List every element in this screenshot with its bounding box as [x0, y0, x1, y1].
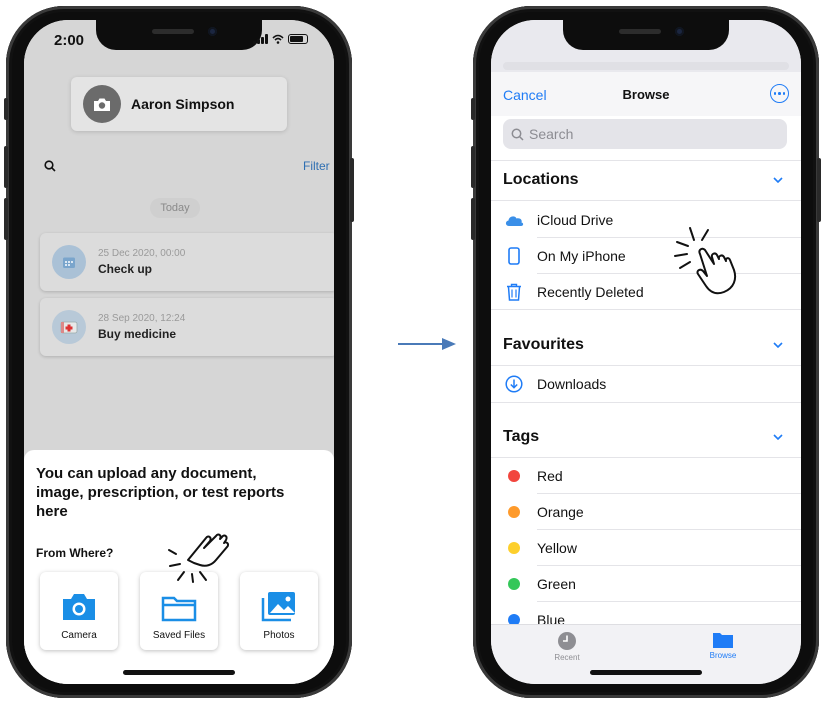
profile-name: Aaron Simpson: [131, 96, 235, 112]
section-header-locations[interactable]: Locations: [503, 171, 579, 189]
tag-color-dot: [508, 542, 520, 554]
tag-label: Yellow: [537, 540, 577, 556]
upload-screen: 2:00 Aaron Simpson Filter Today 25 Dec 2: [24, 20, 334, 684]
clock-icon: [558, 632, 576, 650]
option-label: Camera: [61, 630, 97, 641]
battery-icon: [288, 34, 308, 44]
event-date: 28 Sep 2020, 12:24: [98, 313, 186, 324]
tab-bar: Recent Browse: [491, 624, 801, 684]
sheet-subtitle: From Where?: [36, 546, 114, 560]
iphone-icon: [508, 247, 520, 265]
tag-label: Orange: [537, 504, 584, 520]
browse-screen: Browse Cancel Search Locations iCloud Dr…: [491, 20, 801, 684]
event-date: 25 Dec 2020, 00:00: [98, 248, 186, 259]
tab-recent[interactable]: Recent: [527, 631, 607, 662]
transition-arrow-icon: [398, 338, 456, 350]
tag-item-yellow[interactable]: Yellow: [491, 530, 801, 566]
phone-frame-right: Browse Cancel Search Locations iCloud Dr…: [471, 6, 821, 698]
filter-button[interactable]: Filter: [303, 159, 330, 173]
download-icon: [505, 375, 523, 393]
option-label: Photos: [263, 630, 295, 641]
chevron-down-icon[interactable]: [773, 342, 783, 348]
location-label: iCloud Drive: [537, 212, 614, 228]
cancel-button[interactable]: Cancel: [503, 87, 547, 103]
sheet-title: You can upload any document, image, pres…: [36, 465, 285, 520]
tag-item-green[interactable]: Green: [491, 566, 801, 602]
location-item-recently-deleted[interactable]: Recently Deleted: [491, 274, 801, 310]
tag-label: Red: [537, 468, 563, 484]
event-card[interactable]: 25 Dec 2020, 00:00 Check up: [40, 233, 334, 291]
favourite-label: Downloads: [537, 376, 607, 392]
search-input[interactable]: Search: [503, 119, 787, 149]
location-item-icloud-drive[interactable]: iCloud Drive: [491, 202, 801, 238]
event-title: Buy medicine: [98, 327, 177, 341]
tag-label: Blue: [537, 612, 566, 624]
tab-label: Browse: [709, 651, 737, 660]
tag-item-orange[interactable]: Orange: [491, 494, 801, 530]
folder-icon: [713, 633, 733, 648]
profile-card[interactable]: Aaron Simpson: [71, 77, 287, 131]
today-label: Today: [150, 198, 200, 218]
chevron-down-icon[interactable]: [773, 434, 783, 440]
section-header-tags[interactable]: Tags: [503, 428, 539, 446]
tag-color-dot: [508, 506, 520, 518]
search-placeholder: Search: [529, 126, 574, 142]
calendar-icon: [52, 245, 86, 279]
tag-item-blue[interactable]: Blue: [491, 602, 801, 624]
photos-option-button[interactable]: Photos: [240, 572, 318, 650]
tag-color-dot: [508, 578, 520, 590]
trash-icon: [507, 283, 521, 301]
favourite-item-downloads[interactable]: Downloads: [491, 366, 801, 402]
option-label: Saved Files: [152, 630, 206, 641]
wifi-icon: [272, 34, 284, 44]
avatar[interactable]: [83, 85, 121, 123]
event-card[interactable]: 28 Sep 2020, 12:24 Buy medicine: [40, 298, 334, 356]
location-item-on-my-iphone[interactable]: On My iPhone: [491, 238, 801, 274]
search-input[interactable]: [38, 153, 268, 179]
cloud-icon: [505, 215, 524, 226]
navigation-bar: Browse Cancel: [491, 72, 801, 116]
tag-color-dot: [508, 614, 520, 624]
ellipsis-circle-icon[interactable]: [770, 84, 789, 103]
photos-icon: [261, 592, 295, 622]
camera-option-button[interactable]: Camera: [40, 572, 118, 650]
camera-icon: [94, 98, 110, 111]
folder-icon: [161, 596, 197, 622]
location-label: On My iPhone: [537, 248, 626, 264]
tap-hand-icon: [674, 227, 737, 295]
search-icon: [44, 160, 56, 172]
location-label: Recently Deleted: [537, 284, 644, 300]
tab-browse[interactable]: Browse: [683, 631, 763, 660]
signal-icon: [253, 34, 268, 44]
status-icons: [253, 34, 308, 44]
tag-color-dot: [508, 470, 520, 482]
browse-list: Locations iCloud Drive On My iPhone Rece…: [491, 160, 801, 624]
search-bar: Filter: [38, 153, 334, 179]
status-time: 2:00: [54, 32, 85, 49]
camera-icon: [63, 594, 95, 620]
tag-item-red[interactable]: Red: [491, 458, 801, 494]
chevron-down-icon[interactable]: [773, 177, 783, 183]
section-header-favourites[interactable]: Favourites: [503, 336, 584, 354]
tab-label: Recent: [554, 653, 580, 662]
event-title: Check up: [98, 262, 153, 276]
medical-kit-icon: [52, 310, 86, 344]
search-icon: [511, 128, 524, 141]
tag-label: Green: [537, 576, 576, 592]
tap-hand-icon: [168, 533, 230, 583]
phone-frame-left: 2:00 Aaron Simpson Filter Today 25 Dec 2: [4, 6, 354, 698]
